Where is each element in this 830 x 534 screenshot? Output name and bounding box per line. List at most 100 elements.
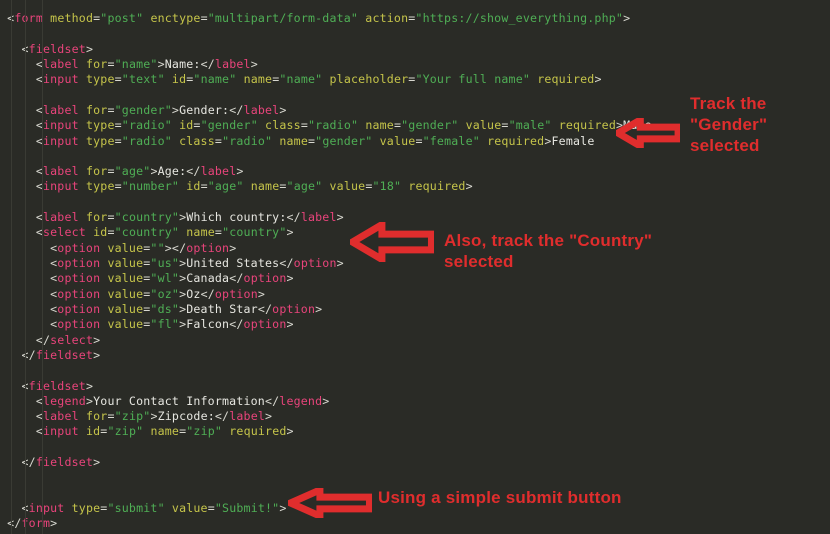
code-token-p xyxy=(236,72,243,86)
code-token-val: "radio" xyxy=(308,118,359,133)
code-token-p: </ xyxy=(21,455,36,470)
code-token-val: "text" xyxy=(121,72,165,87)
code-line[interactable]: <option value="oz">Oz</option> xyxy=(0,287,830,302)
code-token-att: required xyxy=(229,424,287,439)
code-token-tag: option xyxy=(57,286,101,301)
code-token-val: "age" xyxy=(286,179,323,194)
code-token-p: </ xyxy=(229,271,244,286)
code-line[interactable] xyxy=(0,26,830,41)
code-token-val: "gender" xyxy=(315,133,373,148)
code-line[interactable]: <form method="post" enctype="multipart/f… xyxy=(0,11,830,26)
code-token-val: "" xyxy=(150,240,165,255)
code-token-val: "fl" xyxy=(150,317,180,332)
code-line[interactable]: <input type="text" id="name" name="name"… xyxy=(0,72,830,87)
code-token-att: for xyxy=(85,102,108,117)
code-token-att: type xyxy=(85,72,115,87)
code-token-p xyxy=(244,179,251,193)
code-line[interactable]: <option value="ds">Death Star</option> xyxy=(0,302,830,317)
code-line[interactable]: <legend>Your Contact Information</legend… xyxy=(0,394,830,409)
code-token-p: > xyxy=(236,164,244,179)
code-token-att: value xyxy=(107,240,144,255)
code-line[interactable]: <label for="name">Name:</label> xyxy=(0,57,830,72)
code-token-val: "number" xyxy=(121,179,180,194)
code-token-p xyxy=(64,501,71,515)
code-token-val: "zip" xyxy=(107,424,144,439)
code-token-p xyxy=(79,210,86,224)
code-token-att: class xyxy=(179,133,215,148)
code-line[interactable]: <input type="number" id="age" name="age"… xyxy=(0,179,830,194)
code-token-p: = xyxy=(214,133,223,148)
code-token-p: </ xyxy=(200,56,215,71)
code-token-att: required xyxy=(558,118,616,133)
code-token-val: "zip" xyxy=(114,409,151,424)
code-token-p: > xyxy=(85,41,94,56)
code-token-p: > xyxy=(93,455,101,470)
code-token-val: "radio" xyxy=(121,133,172,148)
code-token-att: name xyxy=(150,424,180,439)
code-token-val: "radio" xyxy=(222,133,273,148)
code-line[interactable] xyxy=(0,363,830,378)
code-token-att: type xyxy=(85,133,115,148)
code-line[interactable]: </fieldset> xyxy=(0,348,830,363)
code-line[interactable]: <fieldset> xyxy=(0,379,830,394)
code-token-p xyxy=(165,501,172,515)
code-token-txt: Canada xyxy=(186,271,230,286)
code-line[interactable]: <label for="zip">Zipcode:</label> xyxy=(0,409,830,424)
code-token-att: required xyxy=(537,72,595,87)
code-token-tag: legend xyxy=(42,393,86,408)
code-token-p xyxy=(480,134,487,148)
code-token-tag: form xyxy=(14,11,43,25)
code-token-att: enctype xyxy=(150,11,201,25)
code-token-val: "Your full name" xyxy=(415,72,531,87)
code-token-val: "gender" xyxy=(401,118,459,133)
code-token-p xyxy=(79,72,86,86)
code-token-att: id xyxy=(93,225,108,240)
code-token-p: > xyxy=(336,210,344,225)
code-token-att: value xyxy=(107,286,144,301)
annotation-line: Also, track the "Country" xyxy=(444,231,653,250)
code-token-p: > xyxy=(85,378,94,393)
code-token-att: type xyxy=(85,179,115,194)
code-token-txt: Name: xyxy=(164,56,201,71)
code-token-txt: Age: xyxy=(157,164,187,179)
code-token-tag: option xyxy=(272,301,316,316)
code-editor-content[interactable]: <form method="post" enctype="multipart/f… xyxy=(0,0,830,534)
code-line[interactable]: </fieldset> xyxy=(0,455,830,470)
code-token-val: "18" xyxy=(372,179,402,194)
code-token-val: "name" xyxy=(279,72,323,87)
code-token-tag: fieldset xyxy=(28,41,86,56)
code-token-txt: Falcon xyxy=(186,317,230,332)
code-token-tag: input xyxy=(28,501,65,515)
code-token-txt: Which country: xyxy=(186,210,287,225)
code-line[interactable] xyxy=(0,470,830,485)
code-line[interactable] xyxy=(0,195,830,210)
code-line[interactable] xyxy=(0,440,830,455)
code-token-p: = xyxy=(200,179,208,194)
code-token-p: = xyxy=(107,102,115,117)
code-line[interactable]: <option value="fl">Falcon</option> xyxy=(0,317,830,332)
code-token-p: > xyxy=(286,317,294,332)
code-line[interactable]: <label for="age">Age:</label> xyxy=(0,164,830,179)
code-line[interactable]: </form> xyxy=(0,516,830,531)
code-line[interactable]: <input id="zip" name="zip" required> xyxy=(0,424,830,439)
code-token-p: > xyxy=(257,286,266,301)
code-token-val: "gender" xyxy=(200,118,258,133)
code-token-p xyxy=(172,118,179,132)
code-token-val: "country" xyxy=(114,210,180,225)
annotation-text-gender: Track the "Gender" selected xyxy=(690,93,767,156)
code-token-p: > xyxy=(465,179,473,194)
code-token-p xyxy=(79,164,86,178)
code-token-txt: United States xyxy=(186,256,280,270)
code-line[interactable]: <fieldset> xyxy=(0,42,830,57)
code-line[interactable]: </select> xyxy=(0,333,830,348)
code-token-txt: Female xyxy=(551,133,595,148)
code-line[interactable]: <option value="wl">Canada</option> xyxy=(0,271,830,286)
code-token-p: </ xyxy=(214,409,230,424)
code-token-att: id xyxy=(186,179,201,194)
code-token-val: "age" xyxy=(207,179,244,194)
